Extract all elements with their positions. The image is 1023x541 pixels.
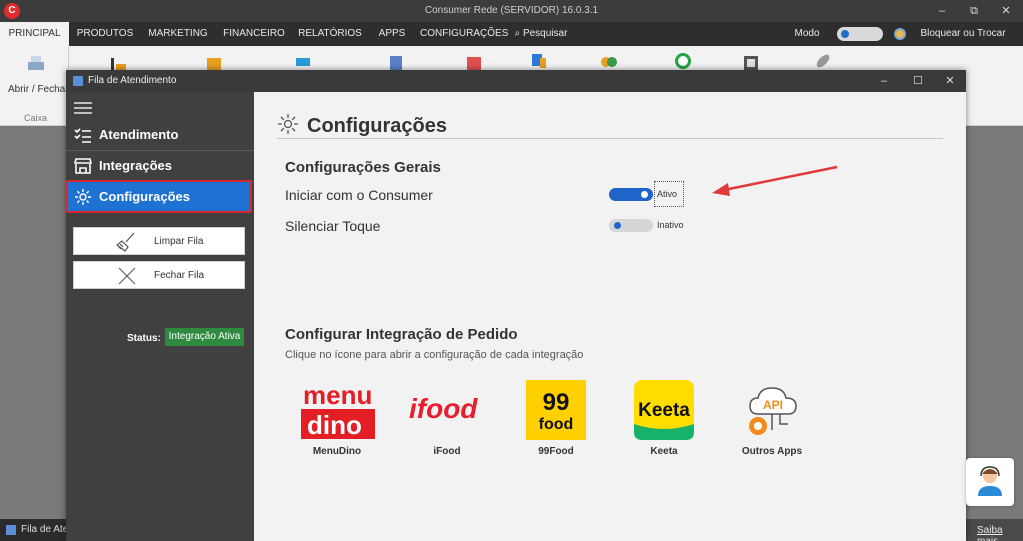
iniciar-state: Ativo <box>657 189 678 199</box>
integration-subtitle: Clique no ícone para abrir a configuraçã… <box>285 349 584 361</box>
cash-register-icon[interactable] <box>26 54 46 72</box>
window-title: Fila de Atendimento <box>88 75 177 86</box>
sidebar-item-integracoes[interactable]: Integrações <box>66 151 254 181</box>
store-icon <box>74 158 92 174</box>
iniciar-toggle[interactable] <box>609 188 653 201</box>
lock-user-button[interactable]: Bloquear ou Trocar Usuário <box>906 22 1020 63</box>
taskbar-item[interactable]: Fila de Atendimento <box>0 519 66 541</box>
whatsapp-icon[interactable] <box>674 52 692 70</box>
setting-iniciar-label: Iniciar com o Consumer <box>285 187 433 203</box>
app-titlebar: C Consumer Rede (SERVIDOR) 16.0.3.1 – ⧉ … <box>0 0 1023 22</box>
broom-icon <box>116 232 135 252</box>
window-maximize-button[interactable]: ☐ <box>903 70 933 92</box>
close-x-icon <box>118 267 136 285</box>
silenciar-toggle[interactable] <box>609 219 653 232</box>
search-label: Pesquisar <box>522 28 568 39</box>
rocket-icon[interactable] <box>814 52 832 70</box>
window-minimize-button[interactable]: – <box>869 70 899 92</box>
svg-text:menu: menu <box>303 380 372 410</box>
toggle-knob <box>614 222 621 229</box>
title-divider <box>277 138 943 139</box>
sidebar-item-label: Configurações <box>99 189 191 204</box>
window-icon <box>6 525 16 535</box>
keeta-logo-icon: Keeta <box>634 380 694 440</box>
integration-name: MenuDino <box>312 446 362 457</box>
app-minimize-button[interactable]: – <box>926 0 958 22</box>
menu-configuracoes[interactable]: CONFIGURAÇÕES <box>420 22 508 46</box>
svg-text:food: food <box>539 416 574 433</box>
svg-text:Keeta: Keeta <box>638 400 690 421</box>
window-close-button[interactable]: ✕ <box>935 70 965 92</box>
search-icon: ⌕ <box>514 28 521 39</box>
content-pane: Configurações Configurações Gerais Inici… <box>254 92 966 541</box>
integration-name: 99Food <box>538 446 574 457</box>
gear-icon <box>75 189 91 205</box>
menu-apps[interactable]: APPS <box>372 22 412 46</box>
ribbon-caixa-label[interactable]: Abrir / Fechar <box>8 84 69 95</box>
status-badge: Integração Ativa <box>165 328 244 346</box>
99food-logo-icon: 99 food <box>526 380 586 440</box>
svg-text:99: 99 <box>543 389 570 416</box>
general-settings-title: Configurações Gerais <box>285 159 441 176</box>
menu-search[interactable]: ⌕ Pesquisar <box>512 22 570 46</box>
sidebar-item-atendimento[interactable]: Atendimento <box>66 120 254 150</box>
fila-window: Fila de Atendimento – ☐ ✕ Atendimento In… <box>66 70 966 541</box>
silenciar-state: Inativo <box>657 220 684 230</box>
status-label: Status: <box>127 333 161 344</box>
window-titlebar: Fila de Atendimento – ☐ ✕ <box>66 70 966 92</box>
saiba-mais-link[interactable]: Saiba mais <box>977 525 1023 541</box>
svg-text:API: API <box>763 398 783 412</box>
limpar-fila-button[interactable]: Limpar Fila <box>73 227 245 255</box>
annotation-arrow-icon <box>712 165 838 196</box>
menu-financeiro[interactable]: FINANCEIRO <box>220 22 288 46</box>
window-icon <box>73 76 83 86</box>
user-avatar-icon <box>894 28 906 40</box>
fechar-fila-button[interactable]: Fechar Fila <box>73 261 245 289</box>
sidebar-item-configuracoes[interactable]: Configurações <box>66 180 252 213</box>
ribbon-caixa-group: Caixa <box>24 113 48 123</box>
integration-name: iFood <box>433 446 461 457</box>
toggle-knob <box>641 191 648 198</box>
sidebar-item-label: Integrações <box>99 158 172 173</box>
menudino-logo-icon: menu dino <box>301 380 375 440</box>
page-title: Configurações <box>307 115 448 137</box>
app-title: Consumer Rede (SERVIDOR) 16.0.3.1 <box>424 5 599 16</box>
menubar: PRINCIPAL PRODUTOS MARKETING FINANCEIRO … <box>0 22 1023 63</box>
menu-marketing[interactable]: MARKETING <box>144 22 212 46</box>
app-restore-button[interactable]: ⧉ <box>958 0 990 22</box>
integration-name: Keeta <box>650 446 678 457</box>
menu-relatorios[interactable]: RELATÓRIOS <box>296 22 364 46</box>
limpar-fila-label: Limpar Fila <box>154 236 204 247</box>
gear-icon <box>278 114 298 134</box>
support-button[interactable] <box>966 458 1014 506</box>
sidebar: Atendimento Integrações Configurações Li… <box>66 92 254 541</box>
taskbar-label: Fila de Atendimento <box>21 524 66 535</box>
menu-produtos[interactable]: PRODUTOS <box>74 22 136 46</box>
sidebar-item-label: Atendimento <box>99 127 179 142</box>
fechar-fila-label: Fechar Fila <box>154 270 205 281</box>
setting-silenciar-label: Silenciar Toque <box>285 218 381 234</box>
api-cloud-icon: API <box>749 387 797 435</box>
hamburger-menu-icon[interactable] <box>74 102 92 117</box>
toggle-knob <box>841 30 849 38</box>
svg-text:ifood: ifood <box>409 393 478 424</box>
ifood-logo-icon: ifood <box>409 393 478 424</box>
svg-text:dino: dino <box>307 410 362 440</box>
dark-mode-toggle[interactable] <box>837 27 883 41</box>
integration-title: Configurar Integração de Pedido <box>285 326 518 343</box>
menu-principal[interactable]: PRINCIPAL <box>0 22 69 46</box>
app-close-button[interactable]: ✕ <box>990 0 1022 22</box>
devices-icon[interactable] <box>530 52 548 70</box>
support-agent-icon <box>978 466 1002 496</box>
dark-mode-label: Modo Escuro <box>791 28 822 63</box>
integration-name: Outros Apps <box>741 446 803 457</box>
list-check-icon <box>74 128 91 143</box>
